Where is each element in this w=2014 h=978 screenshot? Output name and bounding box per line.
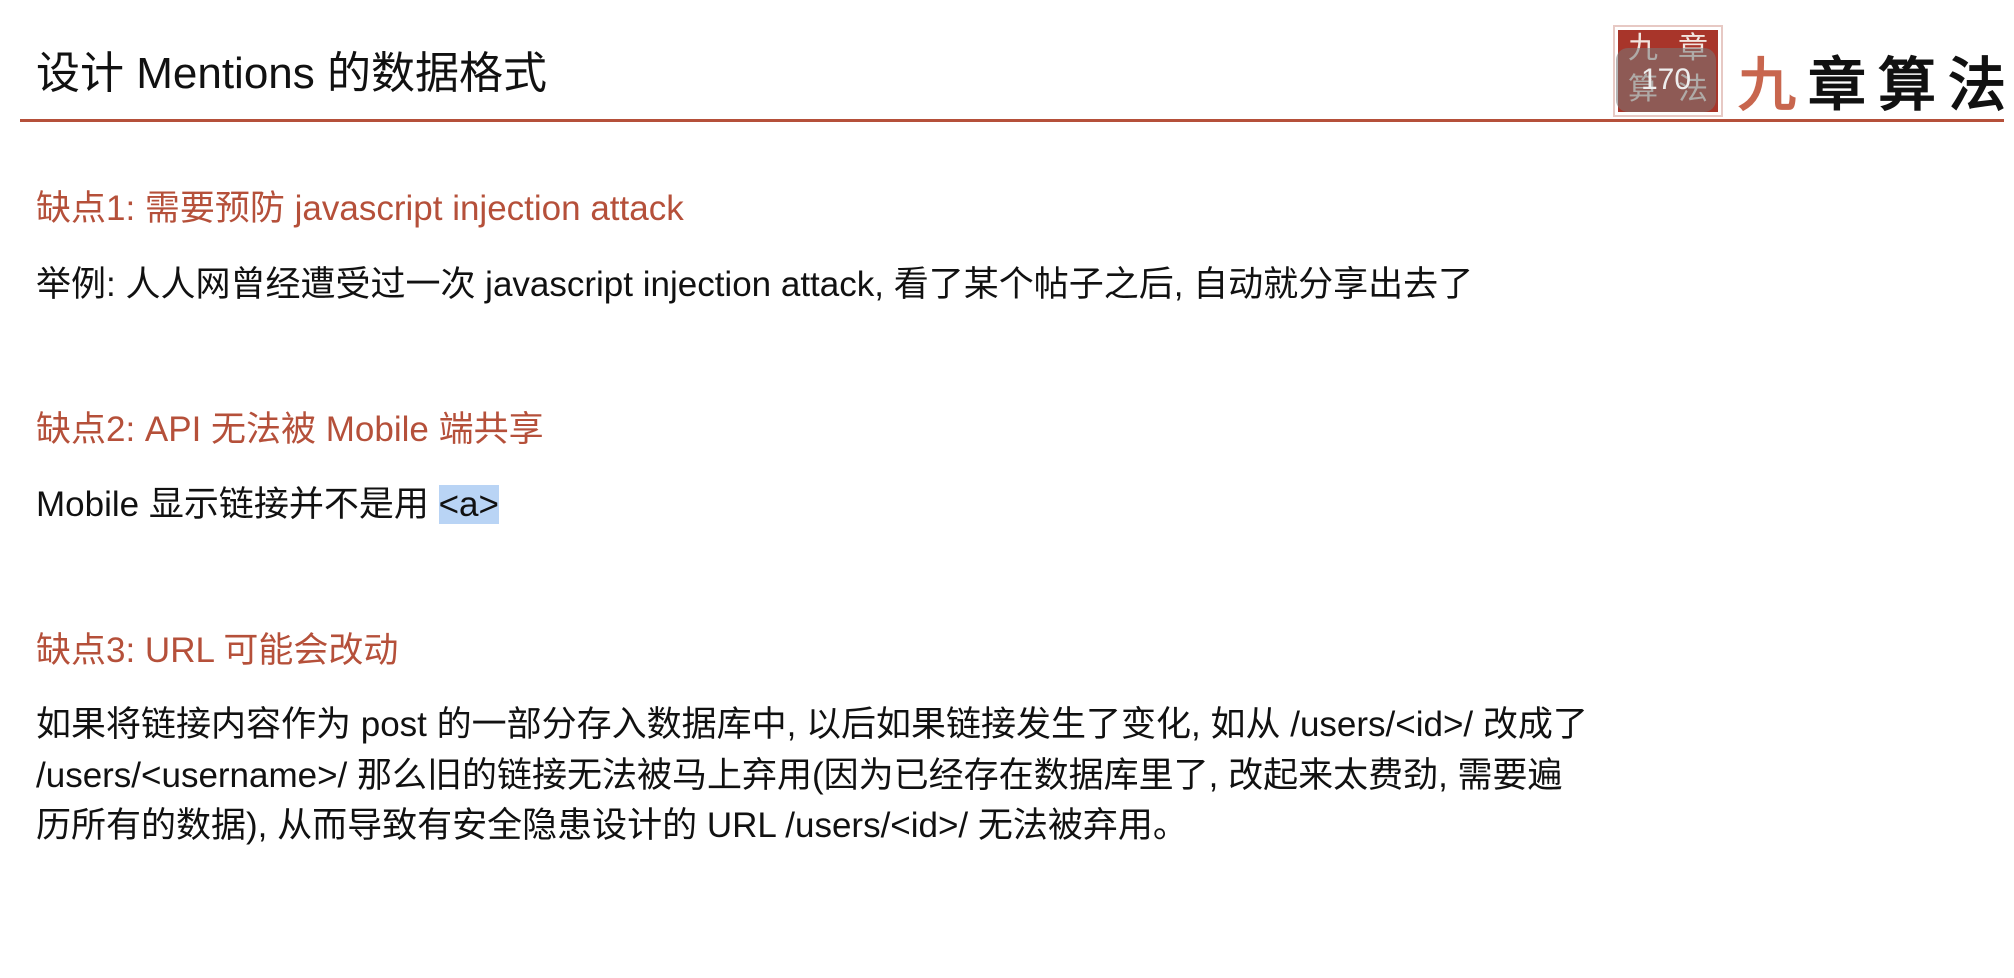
logo-brand: 九章算法 xyxy=(1738,38,2014,122)
title-divider xyxy=(20,119,2004,122)
slide-title: 设计 Mentions 的数据格式 xyxy=(36,49,547,98)
section-heading-2: 缺点2: API 无法被 Mobile 端共享 xyxy=(36,410,544,449)
section-text-1: 举例: 人人网曾经遭受过一次 javascript injection atta… xyxy=(36,265,1474,304)
brand-first-char: 九 xyxy=(1738,51,1809,119)
selected-text[interactable]: <a> xyxy=(438,485,499,524)
section-heading-1: 缺点1: 需要预防 javascript injection attack xyxy=(36,189,684,228)
section-text-2: Mobile 显示链接并不是用 <a> xyxy=(36,482,499,528)
brand-rest: 章算法 xyxy=(1808,51,2014,119)
page-number-badge: 170 xyxy=(1616,48,1716,112)
section-text-3-line-2: /users/<username>/ 那么旧的链接无法被马上弃用(因为已经存在数… xyxy=(36,756,1563,795)
section-heading-3: 缺点3: URL 可能会改动 xyxy=(36,631,399,670)
text-prefix: Mobile 显示链接并不是用 xyxy=(36,485,439,524)
section-text-3-line-3: 历所有的数据), 从而导致有安全隐患设计的 URL /users/<id>/ 无… xyxy=(36,806,1188,845)
section-text-3-line-1: 如果将链接内容作为 post 的一部分存入数据库中, 以后如果链接发生了变化, … xyxy=(36,705,1588,744)
